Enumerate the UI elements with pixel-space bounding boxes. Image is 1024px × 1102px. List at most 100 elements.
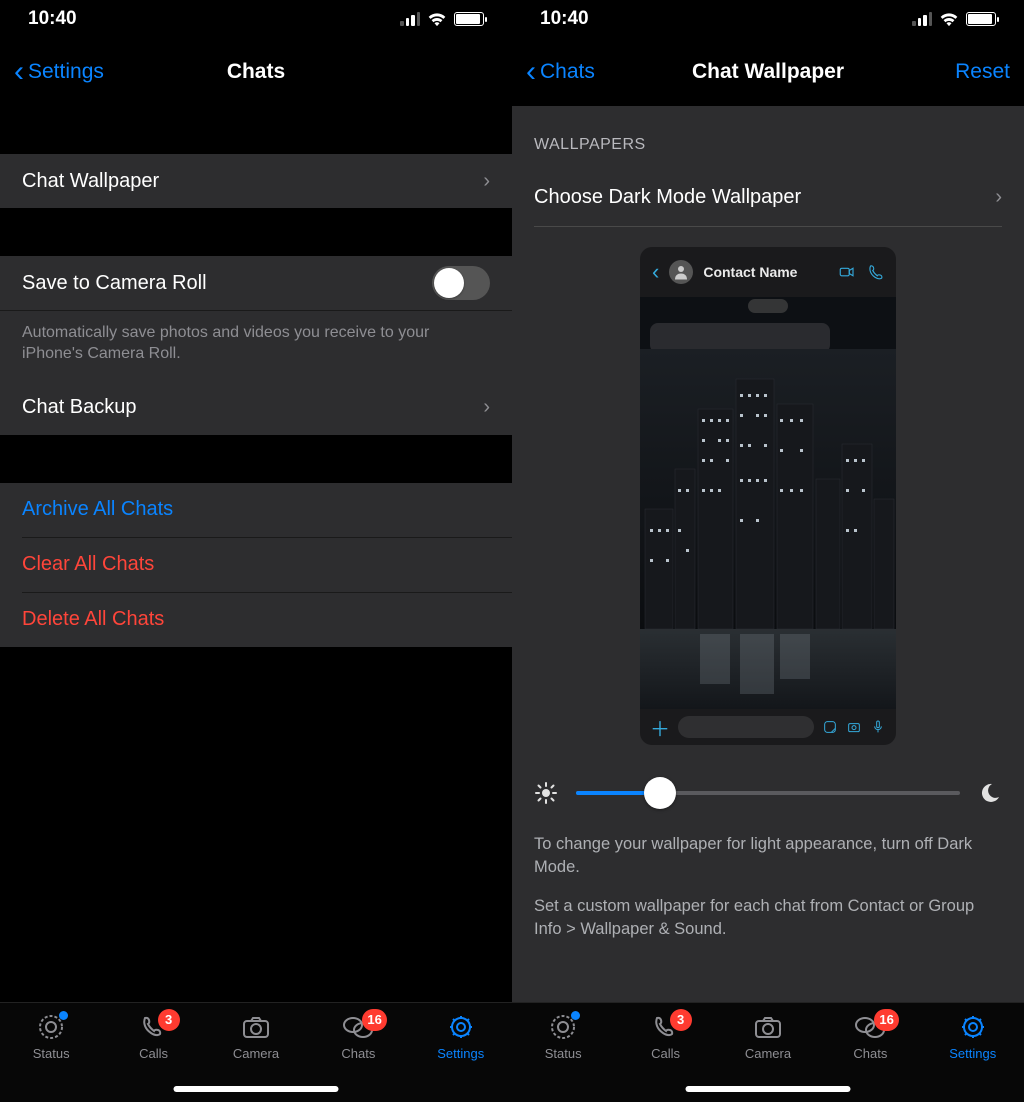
row-label: Clear All Chats <box>22 553 154 576</box>
message-field <box>678 716 814 738</box>
back-button[interactable]: ‹ Chats <box>526 57 595 87</box>
nav-bar: ‹ Chats Chat Wallpaper Reset <box>512 38 1024 106</box>
delete-all-chats-button[interactable]: Delete All Chats <box>0 593 512 647</box>
contact-name: Contact Name <box>703 264 828 280</box>
status-bar: 10:40 <box>512 0 1024 38</box>
help-line-1: To change your wallpaper for light appea… <box>534 833 1002 879</box>
tab-chats[interactable]: 16 Chats <box>830 1013 910 1061</box>
tab-status[interactable]: Status <box>11 1013 91 1061</box>
tab-chats[interactable]: 16 Chats <box>318 1013 398 1061</box>
preview-body <box>640 297 896 709</box>
nav-bar: ‹ Settings Chats <box>0 38 512 106</box>
tab-label: Calls <box>139 1046 168 1061</box>
camera-icon <box>846 719 862 735</box>
back-label: Settings <box>28 60 104 84</box>
city-wallpaper <box>640 349 896 709</box>
tab-calls[interactable]: 3 Calls <box>626 1013 706 1061</box>
wifi-icon <box>939 12 959 27</box>
wifi-icon <box>427 12 447 27</box>
tab-settings[interactable]: Settings <box>421 1013 501 1061</box>
content: Chat Wallpaper › Save to Camera Roll Aut… <box>0 106 512 1002</box>
home-indicator[interactable] <box>174 1086 339 1092</box>
video-icon <box>838 263 856 281</box>
camera-icon <box>751 1013 785 1041</box>
moon-icon <box>978 781 1002 805</box>
tab-label: Camera <box>745 1046 791 1061</box>
tab-status[interactable]: Status <box>523 1013 603 1061</box>
chevron-left-icon: ‹ <box>652 259 659 285</box>
calls-badge: 3 <box>670 1009 692 1031</box>
tab-label: Chats <box>853 1046 887 1061</box>
tab-settings[interactable]: Settings <box>933 1013 1013 1061</box>
save-camera-roll-row[interactable]: Save to Camera Roll <box>0 256 512 310</box>
status-bar: 10:40 <box>0 0 512 38</box>
chevron-left-icon: ‹ <box>14 57 24 87</box>
phone-icon <box>866 263 884 281</box>
chat-wallpaper-row[interactable]: Chat Wallpaper › <box>0 154 512 208</box>
help-line-2: Set a custom wallpaper for each chat fro… <box>534 895 1002 941</box>
section-header: WALLPAPERS <box>512 106 1024 164</box>
tab-bar: Status 3 Calls Camera 16 Chats Settings <box>0 1002 512 1102</box>
tab-label: Status <box>33 1046 70 1061</box>
save-camera-description: Automatically save photos and videos you… <box>0 310 512 381</box>
tab-label: Settings <box>949 1046 996 1061</box>
screen-chat-wallpaper: 10:40 ‹ Chats Chat Wallpaper Reset WALLP… <box>512 0 1024 1102</box>
status-time: 10:40 <box>540 8 589 30</box>
row-label: Chat Backup <box>22 396 137 419</box>
chat-preview: ‹ Contact Name <box>640 247 896 745</box>
battery-icon <box>966 12 996 26</box>
status-indicators <box>912 12 996 27</box>
tab-label: Chats <box>341 1046 375 1061</box>
chevron-right-icon: › <box>995 186 1002 209</box>
gear-icon <box>444 1013 478 1041</box>
sun-icon <box>534 781 558 805</box>
sticker-icon <box>822 719 838 735</box>
row-label: Chat Wallpaper <box>22 170 159 193</box>
battery-icon <box>454 12 484 26</box>
row-label: Delete All Chats <box>22 608 164 631</box>
tab-label: Calls <box>651 1046 680 1061</box>
tab-label: Camera <box>233 1046 279 1061</box>
calls-badge: 3 <box>158 1009 180 1031</box>
slider-thumb[interactable] <box>644 777 676 809</box>
chevron-right-icon: › <box>483 170 490 193</box>
row-label: Save to Camera Roll <box>22 272 207 295</box>
mic-icon <box>870 719 886 735</box>
chevron-left-icon: ‹ <box>526 57 536 87</box>
back-button[interactable]: ‹ Settings <box>14 57 104 87</box>
tab-camera[interactable]: Camera <box>728 1013 808 1061</box>
tab-label: Status <box>545 1046 582 1061</box>
row-label: Archive All Chats <box>22 498 173 521</box>
wallpaper-preview: ‹ Contact Name <box>512 227 1024 763</box>
chat-backup-row[interactable]: Chat Backup › <box>0 381 512 435</box>
choose-wallpaper-row[interactable]: Choose Dark Mode Wallpaper › <box>512 170 1024 224</box>
status-time: 10:40 <box>28 8 77 30</box>
save-camera-toggle[interactable] <box>432 266 490 300</box>
tab-calls[interactable]: 3 Calls <box>114 1013 194 1061</box>
tab-label: Settings <box>437 1046 484 1061</box>
reset-button[interactable]: Reset <box>955 60 1010 84</box>
home-indicator[interactable] <box>686 1086 851 1092</box>
tab-bar: Status 3 Calls Camera 16 Chats Settings <box>512 1002 1024 1102</box>
content: WALLPAPERS Choose Dark Mode Wallpaper › … <box>512 106 1024 1002</box>
row-label: Choose Dark Mode Wallpaper <box>534 186 801 209</box>
brightness-slider-row <box>512 763 1024 823</box>
chats-badge: 16 <box>874 1009 898 1031</box>
cellular-icon <box>912 12 932 26</box>
archive-all-chats-button[interactable]: Archive All Chats <box>0 483 512 537</box>
camera-icon <box>239 1013 273 1041</box>
plus-icon: ＋ <box>650 713 670 742</box>
help-text: To change your wallpaper for light appea… <box>512 823 1024 941</box>
brightness-slider[interactable] <box>576 777 960 809</box>
date-pill <box>748 299 788 313</box>
preview-header: ‹ Contact Name <box>640 247 896 297</box>
status-indicators <box>400 12 484 27</box>
tab-camera[interactable]: Camera <box>216 1013 296 1061</box>
avatar <box>669 260 693 284</box>
clear-all-chats-button[interactable]: Clear All Chats <box>0 538 512 592</box>
chats-badge: 16 <box>362 1009 386 1031</box>
cellular-icon <box>400 12 420 26</box>
chevron-right-icon: › <box>483 396 490 419</box>
preview-input-bar: ＋ <box>640 709 896 745</box>
gear-icon <box>956 1013 990 1041</box>
